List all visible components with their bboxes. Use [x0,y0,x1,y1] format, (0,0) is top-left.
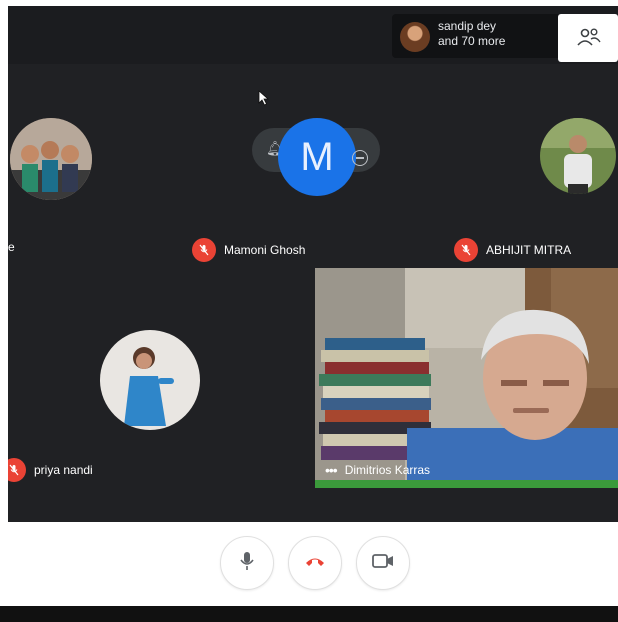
participant-name: ABHIJIT MITRA [486,243,572,257]
hang-up-button[interactable] [288,536,342,590]
more-options-icon[interactable]: ••• [325,462,338,478]
participant-avatar-letter: M [278,118,356,196]
hang-up-icon [304,554,326,572]
video-name-row: ••• Dimitrios Karras [325,462,430,478]
participant-video [315,268,618,488]
participant-name-row: e [8,240,15,254]
participant-avatar-photo [10,118,92,200]
participant-name-row: ABHIJIT MITRA [454,238,571,262]
participants-summary: sandip dey and 70 more [438,19,558,49]
mouse-cursor-icon [258,90,270,111]
participant-name: Dimitrios Karras [344,463,431,477]
participant-name: Mamoni Ghosh [224,243,306,257]
participant-name: e [8,240,15,254]
microphone-button[interactable] [220,536,274,590]
mic-muted-icon [192,238,216,262]
participant-name-row: Mamoni Ghosh [192,238,305,262]
participants-line1: sandip dey [438,19,497,33]
people-button[interactable] [558,14,618,62]
camera-button[interactable] [356,536,410,590]
remove-icon[interactable] [352,150,368,166]
microphone-icon [238,551,256,576]
participants-line2: and 70 more [438,34,506,48]
meeting-bottom-strip [8,488,618,522]
call-controls [0,522,618,606]
participant-name: priya nandi [34,463,93,477]
avatar-letter: M [300,134,334,179]
camera-icon [372,553,394,574]
mic-muted-icon [8,458,26,482]
participant-avatar-photo [540,118,616,194]
people-icon [576,26,602,48]
mic-muted-icon [454,238,478,262]
participant-avatar-photo [100,330,200,430]
participant-name-row: priya nandi [8,458,93,482]
screen-bottom-bar [0,606,618,622]
avatar [400,22,430,52]
